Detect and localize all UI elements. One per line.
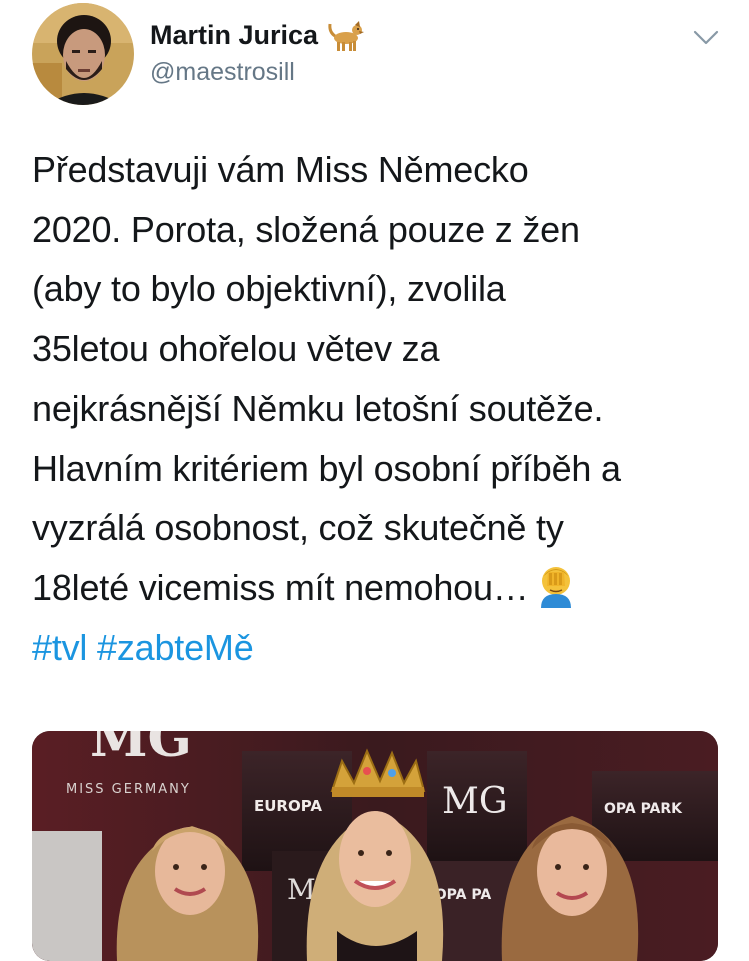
hashtag-tvl[interactable]: #tvl [32, 627, 87, 668]
hashtag-zabteme[interactable]: #zabteMě [97, 627, 254, 668]
author-handle[interactable]: @maestrosill [150, 56, 364, 88]
tweet-line: vyzrálá osobnost, což skutečně ty [32, 507, 564, 549]
tweet-image[interactable]: MG MISS GERMANY EUROPA MG OPA PARK M ROP… [32, 731, 718, 961]
tweet-line: 18leté vicemiss mít nemohou… [32, 566, 529, 608]
tweet-line: Hlavním kritériem byl osobní příběh a [32, 447, 621, 489]
facepalm-emoji-icon [535, 564, 577, 608]
tweet-line: Představuji vám Miss Německo [32, 149, 529, 190]
avatar[interactable] [32, 3, 134, 105]
tweet-line: (aby to bylo objektivní), zvolila [32, 268, 506, 310]
chevron-down-icon[interactable] [691, 24, 721, 50]
tweet-line: nejkrásnější Němku letošní soutěže. [32, 387, 604, 429]
backdrop-mg-center: MG [442, 781, 508, 822]
backdrop-mg-logo: MG [90, 731, 192, 769]
tweet-header: Martin Jurica @maestrosill [0, 0, 749, 110]
tweet-line: 35letou ohořelou větev za [32, 328, 440, 370]
hashtag-line: #tvl #zabteMě [32, 618, 732, 678]
tweet-text: Představuji vám Miss Německo 2020. Porot… [32, 140, 732, 677]
backdrop-opa-park: OPA PARK [604, 801, 683, 817]
author-names: Martin Jurica @maestrosill [150, 18, 365, 88]
tweet-line-last: 18leté vicemiss mít nemohou… [32, 558, 732, 618]
tweet-line: 2020. Porota, složená pouze z žen [32, 208, 580, 250]
backdrop-miss-germany: MISS GERMANY [66, 782, 191, 797]
backdrop-europa: EUROPA [254, 797, 322, 815]
dog-emoji-icon [326, 18, 365, 52]
author-display-name[interactable]: Martin Jurica [150, 20, 318, 50]
